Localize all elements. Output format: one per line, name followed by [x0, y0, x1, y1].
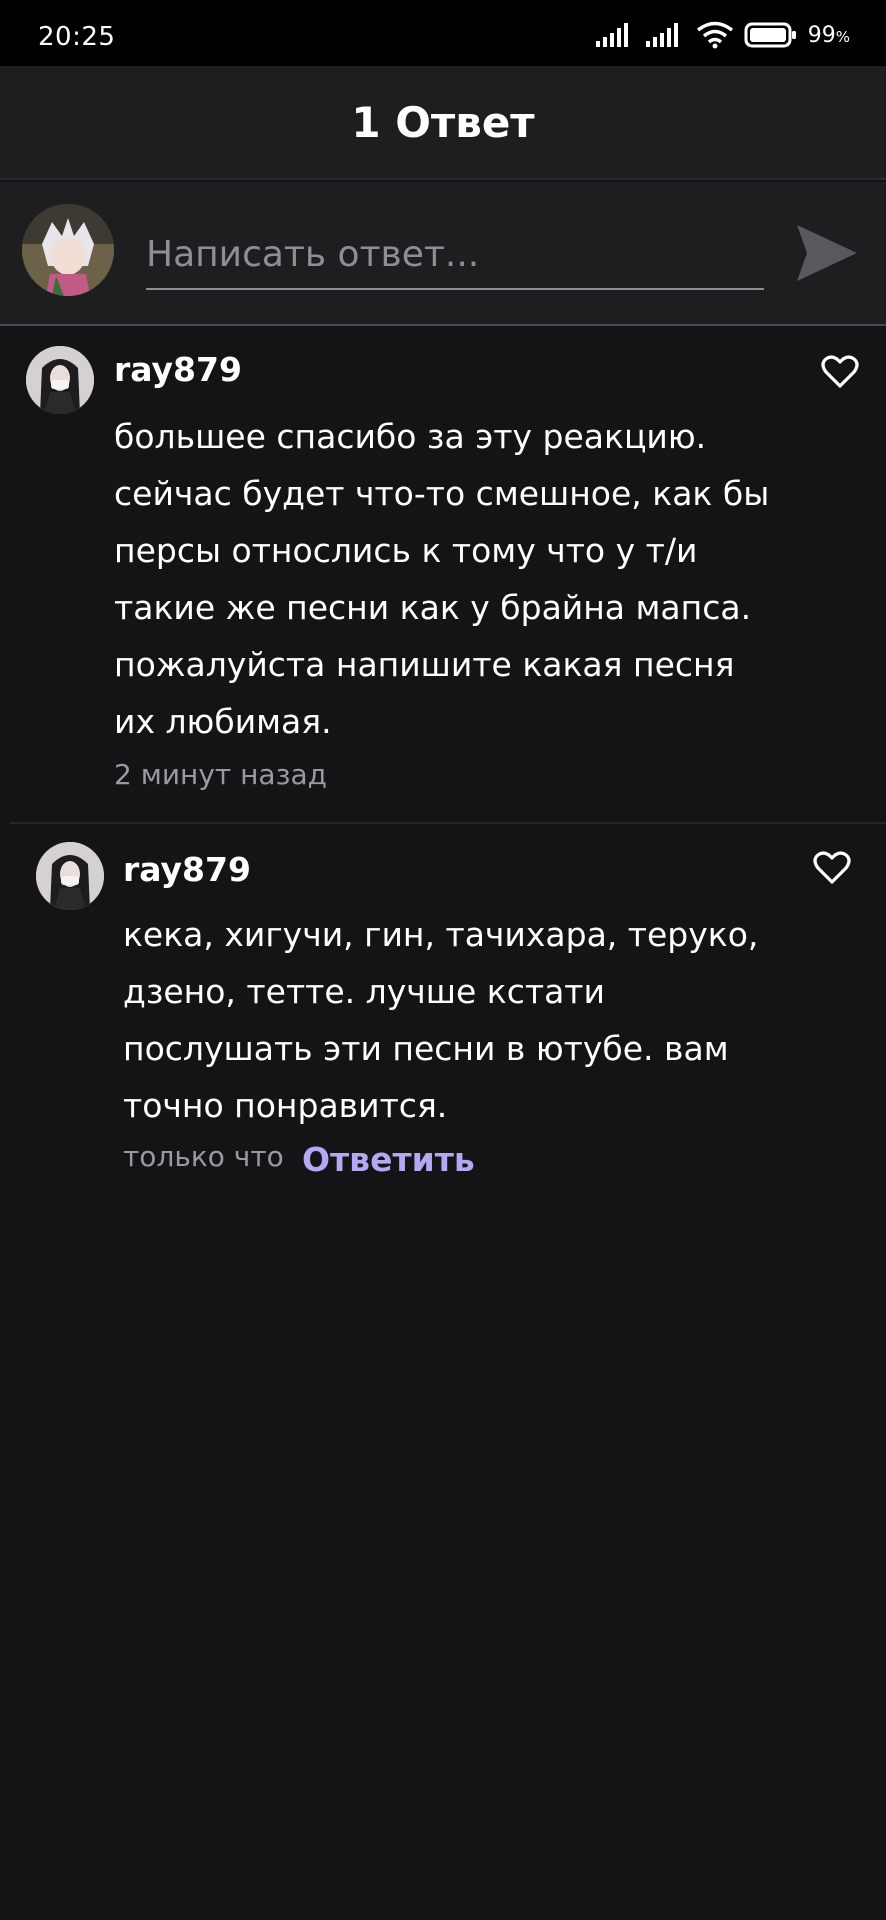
comment-text-line: их любимая. — [114, 702, 332, 741]
status-bar: 20:25 99% — [0, 0, 886, 66]
comment-text-line: большее спасибо за эту реакцию. — [114, 417, 707, 456]
comment-text-line: пожалуйста напишите какая песня — [114, 645, 735, 684]
avatar-image — [36, 842, 104, 910]
header: 1 Ответ — [0, 66, 886, 180]
avatar-image — [26, 346, 94, 414]
divider — [10, 822, 886, 824]
comment-text-line: точно понравится. — [123, 1086, 448, 1125]
comment-text: кека, хигучи, гин, тачихара, теруко, дзе… — [123, 906, 758, 1134]
signal-icon — [595, 23, 628, 47]
like-heart-icon[interactable] — [812, 848, 852, 888]
signal-icon — [645, 23, 678, 47]
comment-text-line: такие же песни как у брайна мапса. — [114, 588, 752, 627]
avatar[interactable] — [26, 346, 94, 414]
wifi-icon — [696, 21, 733, 49]
reply-button[interactable]: Ответить — [302, 1140, 475, 1179]
comment-timestamp: 2 минут назад — [114, 758, 327, 791]
page-title: 1 Ответ — [351, 97, 535, 147]
like-heart-icon[interactable] — [820, 352, 860, 392]
avatar[interactable] — [36, 842, 104, 910]
status-icons: 99% — [595, 20, 850, 50]
avatar-image — [22, 204, 114, 296]
comment-text-line: персы относлись к тому что у т/и — [114, 531, 698, 570]
battery-icon — [744, 22, 796, 48]
battery-unit: % — [835, 27, 850, 46]
comment: ray879 кека, хигучи, гин, тачихара, теру… — [0, 826, 886, 1206]
avatar[interactable] — [22, 204, 114, 296]
compose-bar — [0, 182, 886, 326]
comment-text-line: дзено, тетте. лучше кстати — [123, 972, 605, 1011]
battery-level: 99 — [807, 22, 836, 48]
comment-text-line: послушать эти песни в ютубе. вам — [123, 1029, 729, 1068]
send-button[interactable] — [792, 218, 862, 288]
battery-percent: 99% — [808, 23, 850, 48]
comment-username[interactable]: ray879 — [114, 350, 242, 389]
status-time: 20:25 — [38, 22, 116, 52]
comment-timestamp: только что — [123, 1140, 284, 1173]
comment-text-line: сейчас будет что-то смешное, как бы — [114, 474, 770, 513]
comment: ray879 большее спасибо за эту реакцию. с… — [0, 330, 886, 820]
comment-username[interactable]: ray879 — [123, 850, 251, 889]
comment-text: большее спасибо за эту реакцию. сейчас б… — [114, 408, 769, 750]
comment-text-line: кека, хигучи, гин, тачихара, теруко, — [123, 915, 759, 954]
send-icon — [797, 225, 857, 281]
reply-input[interactable] — [146, 220, 764, 290]
